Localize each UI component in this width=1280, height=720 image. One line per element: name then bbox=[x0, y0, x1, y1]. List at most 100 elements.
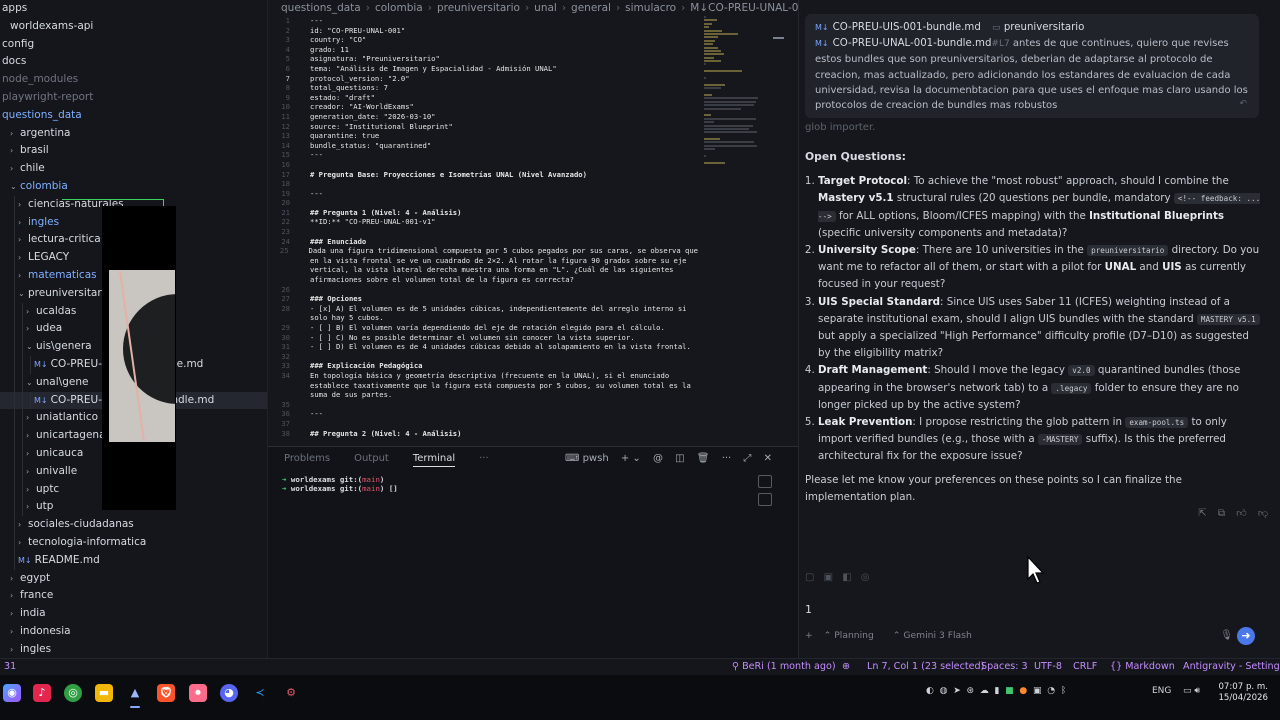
folder-item[interactable]: node_modules bbox=[0, 71, 267, 89]
code-line[interactable]: 23 bbox=[268, 227, 698, 237]
code-line[interactable]: 34 En topología básica y geometría descri… bbox=[268, 371, 698, 381]
chat-input[interactable] bbox=[805, 598, 1245, 620]
edge-icon[interactable]: ◐ bbox=[926, 686, 934, 696]
folder-item[interactable]: worldexams-api bbox=[0, 18, 267, 36]
code-line[interactable]: 1 --- bbox=[268, 16, 698, 26]
media-icon[interactable]: ◧ bbox=[842, 572, 851, 583]
clock[interactable]: 07:07 p. m. 15/04/2026 bbox=[1218, 682, 1268, 704]
code-line[interactable]: solo hay 5 cubos. bbox=[268, 313, 698, 323]
code-line[interactable]: suma de sus partes. bbox=[268, 390, 698, 400]
copilot-icon[interactable]: ◉ bbox=[3, 684, 21, 702]
cursor-position[interactable]: Ln 7, Col 1 (23 selected) bbox=[867, 661, 984, 672]
status-left[interactable]: 31 bbox=[4, 661, 16, 672]
file-icon[interactable]: ▢ bbox=[805, 572, 814, 583]
code-line[interactable]: en la vista frontal se ve un cuadrado de… bbox=[268, 256, 698, 266]
git-blame[interactable]: ⚲ BeRi (1 month ago) bbox=[732, 661, 836, 672]
tray-app-icon[interactable]: ◍ bbox=[940, 686, 948, 696]
folder-item[interactable]: config bbox=[0, 36, 267, 54]
folder-icon[interactable]: ▬ bbox=[95, 684, 113, 702]
folder-item[interactable]: ⌄ colombia bbox=[0, 178, 267, 196]
folder-item[interactable]: › argentina bbox=[0, 125, 267, 143]
mode-selector[interactable]: ⌃ Planning bbox=[824, 630, 882, 641]
model-selector[interactable]: ⌃ Gemini 3 Flash bbox=[893, 630, 980, 641]
send-button[interactable]: ➜ bbox=[1237, 627, 1255, 645]
thumbs-up-icon[interactable]: 👍︎ bbox=[1236, 508, 1246, 519]
code-line[interactable]: 25 Dada una figura tridimensional compues… bbox=[268, 246, 698, 256]
language-indicator[interactable]: ENG bbox=[1152, 686, 1171, 696]
breadcrumb-item[interactable]: preuniversitario bbox=[437, 2, 520, 14]
code-line[interactable]: 26 bbox=[268, 285, 698, 295]
undo-icon[interactable]: ↶ bbox=[1239, 97, 1247, 112]
mention-icon[interactable]: ◎ bbox=[861, 572, 870, 583]
at-icon[interactable]: @ bbox=[653, 453, 663, 464]
tray-green-icon[interactable]: ■ bbox=[1005, 686, 1014, 696]
panel-tab[interactable]: Output bbox=[354, 453, 389, 464]
discord-icon[interactable]: ◕ bbox=[220, 684, 238, 702]
code-line[interactable]: 3 country: "CO" bbox=[268, 35, 698, 45]
code-line[interactable]: 20 bbox=[268, 198, 698, 208]
breadcrumb-item[interactable]: CO-PREU-UNAL-001-bund bbox=[708, 2, 798, 14]
screen-recorder-icon[interactable]: ⏺ bbox=[189, 684, 207, 702]
trash-icon[interactable]: 🗑 bbox=[697, 453, 710, 464]
breadcrumb-item[interactable]: questions_data bbox=[281, 2, 361, 14]
code-line[interactable]: 5 asignatura: "Preuniversitario" bbox=[268, 54, 698, 64]
add-icon[interactable]: + bbox=[805, 630, 813, 641]
breadcrumb-item[interactable]: simulacro bbox=[625, 2, 676, 14]
terminal-icon[interactable]: ⌨ pwsh bbox=[565, 453, 609, 464]
code-line[interactable]: 22 **ID:** "CO-PREU-UNAL-001-v1" bbox=[268, 217, 698, 227]
code-line[interactable]: 29 - [ ] B) El volumen varía dependiendo … bbox=[268, 323, 698, 333]
network-volume-icons[interactable]: ▭ 🔊︎ bbox=[1183, 686, 1200, 696]
code-line[interactable]: 4 grado: 11 bbox=[268, 45, 698, 55]
split-icon[interactable]: ◫ bbox=[675, 453, 684, 464]
folder-item[interactable]: › france bbox=[0, 587, 267, 605]
wifi-icon[interactable]: ◔ bbox=[1047, 686, 1055, 696]
folder-item[interactable]: › egypt bbox=[0, 570, 267, 588]
terminal-instance-icon[interactable] bbox=[758, 493, 772, 506]
code-line[interactable]: 7 protocol_version: "2.0" bbox=[268, 74, 698, 84]
tiktok-icon[interactable]: ♪ bbox=[33, 684, 51, 702]
folder-item[interactable]: docs bbox=[0, 53, 267, 71]
code-line[interactable]: 33 ### Explicación Pedagógica bbox=[268, 361, 698, 371]
image-icon[interactable]: ▣ bbox=[824, 572, 833, 583]
code-line[interactable]: 15 --- bbox=[268, 150, 698, 160]
panel-tab[interactable]: Terminal bbox=[412, 453, 456, 467]
battery-tray-icon[interactable]: ▮ bbox=[994, 686, 999, 696]
mic-icon[interactable]: 🎙︎ bbox=[1220, 630, 1233, 641]
language-mode[interactable]: {} Markdown bbox=[1110, 661, 1175, 672]
code-line[interactable]: vertical, la vista lateral derecha muest… bbox=[268, 265, 698, 275]
code-line[interactable]: 13 quarantine: true bbox=[268, 131, 698, 141]
folder-item[interactable]: apps bbox=[0, 0, 267, 18]
code-line[interactable]: 16 bbox=[268, 160, 698, 170]
code-line[interactable]: 24 ### Enunciado bbox=[268, 237, 698, 247]
antigravity-icon[interactable]: ▲ bbox=[126, 684, 144, 702]
code-line[interactable]: 2 id: "CO-PREU-UNAL-001" bbox=[268, 26, 698, 36]
code-line[interactable]: 8 total_questions: 7 bbox=[268, 83, 698, 93]
vscode-icon[interactable]: ≺ bbox=[251, 684, 269, 702]
folder-item[interactable]: › brasil bbox=[0, 142, 267, 160]
indentation[interactable]: Spaces: 3 bbox=[981, 661, 1028, 672]
code-line[interactable]: 28 - [x] A) El volumen es de 5 unidades c… bbox=[268, 304, 698, 314]
encoding[interactable]: UTF-8 bbox=[1034, 661, 1062, 672]
code-line[interactable]: 36 --- bbox=[268, 409, 698, 419]
chrome-icon[interactable]: ◎ bbox=[64, 684, 82, 702]
add-terminal-icon[interactable]: + ⌄ bbox=[621, 453, 641, 464]
tray-photo-icon[interactable]: ▣ bbox=[1033, 686, 1042, 696]
code-line[interactable]: 37 bbox=[268, 419, 698, 429]
folder-item[interactable]: › tecnologia-informatica bbox=[0, 533, 267, 552]
folder-item[interactable]: › chile bbox=[0, 160, 267, 178]
code-line[interactable]: 19 --- bbox=[268, 189, 698, 199]
code-line[interactable]: 12 source: "Institutional Blueprint" bbox=[268, 122, 698, 132]
folder-item[interactable]: › ingles bbox=[0, 641, 267, 658]
folder-item[interactable]: playwright-report bbox=[0, 89, 267, 107]
code-line[interactable]: establece taxativamente que la figura es… bbox=[268, 381, 698, 391]
minimap[interactable] bbox=[704, 16, 764, 164]
code-line[interactable]: afirmaciones sobre el volumen total de l… bbox=[268, 275, 698, 285]
open-icon[interactable]: ⇱ bbox=[1198, 508, 1206, 519]
copy-icon[interactable]: ⧉ bbox=[1218, 508, 1225, 519]
code-line[interactable]: 21 ## Pregunta 1 (Nivel: 4 - Análisis) bbox=[268, 208, 698, 218]
panel-tab[interactable]: ··· bbox=[479, 453, 489, 464]
folder-item[interactable]: questions_data bbox=[0, 107, 267, 125]
more-icon[interactable]: ··· bbox=[722, 453, 732, 464]
terminal-output[interactable]: ➜ worldexams git:(main) ➜ worldexams git:… bbox=[282, 475, 398, 494]
code-line[interactable]: 38 ## Pregunta 2 (Nivel: 4 - Análisis) bbox=[268, 429, 698, 439]
